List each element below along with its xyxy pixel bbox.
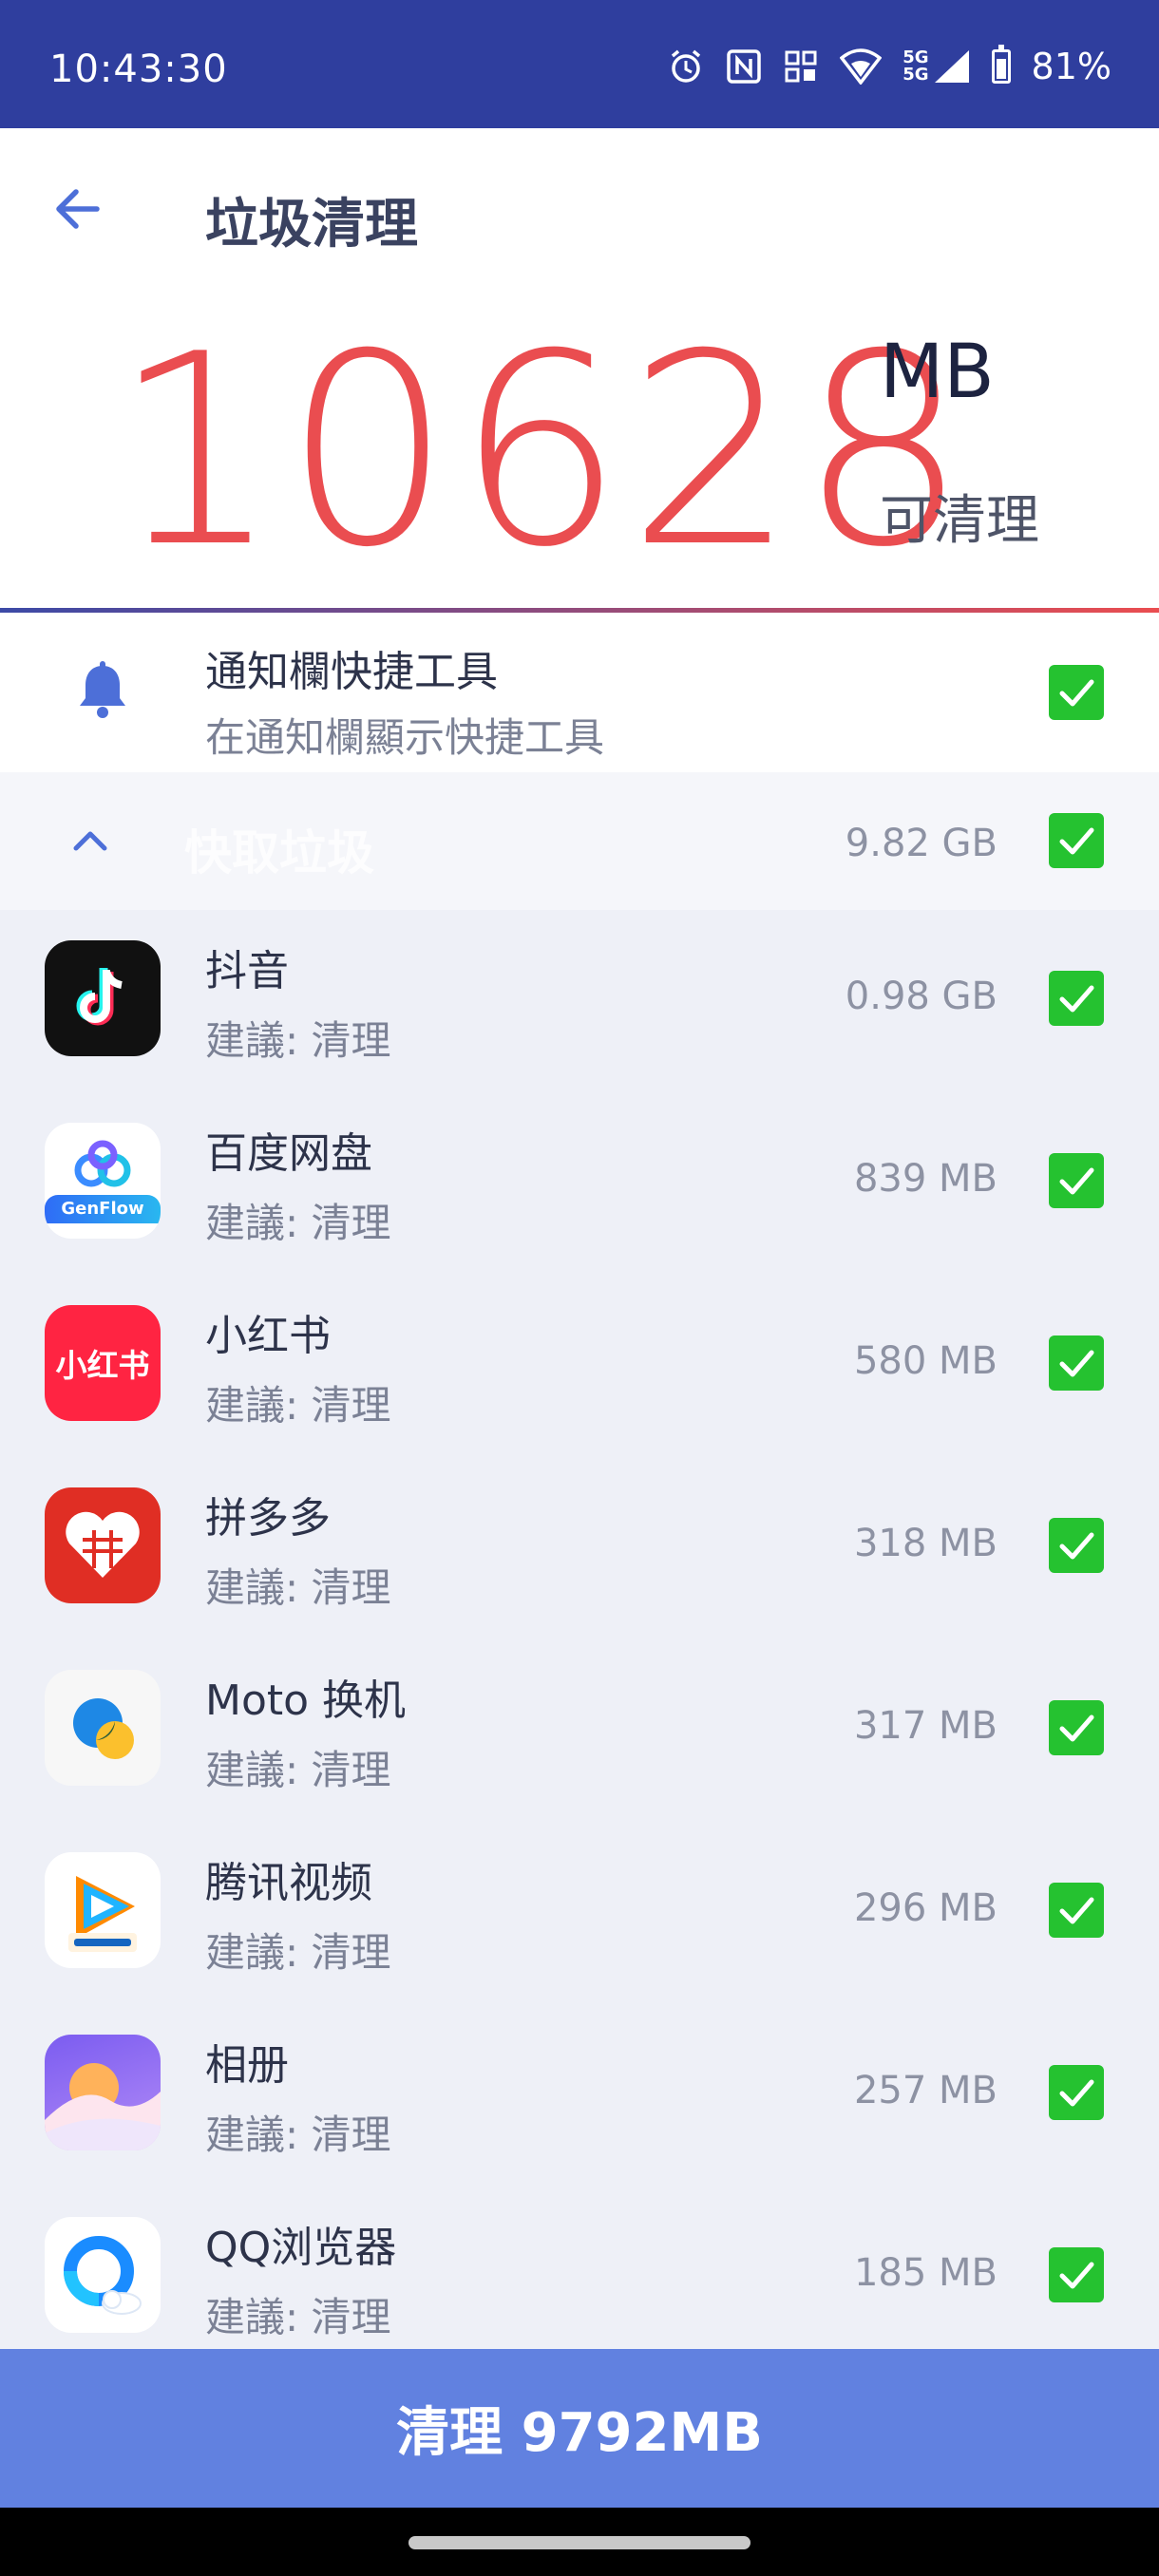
notification-shortcut-row[interactable]: 通知欄快捷工具 在通知欄顯示快捷工具	[0, 613, 1159, 772]
vibrate-icon	[783, 48, 819, 85]
app-advice: 建議: 清理	[205, 1564, 391, 1611]
alarm-icon	[667, 47, 705, 85]
list-item-baidu-netdisk[interactable]: GenFlow 百度网盘 建議: 清理 839 MB	[0, 1092, 1159, 1275]
list-item-pinduoduo[interactable]: 拼多多 建議: 清理 318 MB	[0, 1457, 1159, 1639]
battery-percent: 81%	[1031, 46, 1112, 87]
app-checkbox[interactable]	[1049, 1518, 1104, 1573]
section-checkbox[interactable]	[1049, 813, 1104, 868]
app-name: 腾讯视频	[205, 1859, 372, 1907]
navigation-bar	[0, 2508, 1159, 2576]
app-name: 百度网盘	[205, 1129, 372, 1178]
app-junk-list[interactable]: 抖音 建議: 清理 0.98 GB GenFlow 百度网盘 建議: 清理 83…	[0, 910, 1159, 2349]
app-name: 小红书	[205, 1312, 331, 1360]
app-advice: 建議: 清理	[205, 1017, 391, 1064]
list-item-qq-browser[interactable]: QQ浏览器 建議: 清理 185 MB	[0, 2187, 1159, 2349]
notification-shortcut-title: 通知欄快捷工具	[205, 648, 498, 696]
junk-summary: 10628 MB 可清理	[0, 290, 1159, 608]
app-size: 185 MB	[853, 2251, 998, 2295]
app-checkbox[interactable]	[1049, 1700, 1104, 1755]
app-bar: 垃圾清理	[0, 128, 1159, 290]
list-item-tencent-video[interactable]: 腾讯视频 建議: 清理 296 MB	[0, 1822, 1159, 2004]
cleanable-label: 可清理	[880, 490, 1039, 552]
app-size: 580 MB	[853, 1339, 998, 1383]
app-name: QQ浏览器	[205, 2224, 397, 2272]
cache-junk-section[interactable]: 快取垃圾 9.82 GB	[0, 772, 1159, 910]
app-checkbox[interactable]	[1049, 1335, 1104, 1391]
nfc-icon	[726, 48, 762, 85]
network-label-2: 5G	[902, 65, 929, 85]
battery-icon	[991, 45, 1011, 84]
section-size: 9.82 GB	[845, 822, 998, 865]
app-size: 318 MB	[853, 1522, 998, 1565]
app-checkbox[interactable]	[1049, 1153, 1104, 1208]
app-size: 296 MB	[853, 1886, 998, 1930]
cellular-5g-icon: 5G 5G	[902, 48, 970, 85]
notification-shortcut-subtitle: 在通知欄顯示快捷工具	[205, 714, 605, 761]
app-size: 257 MB	[853, 2069, 998, 2112]
junk-amount: 10628	[112, 297, 972, 605]
app-name: 抖音	[205, 947, 289, 995]
list-item-moto-migrate[interactable]: Moto 换机 建議: 清理 317 MB	[0, 1639, 1159, 1822]
app-advice: 建議: 清理	[205, 1929, 391, 1976]
clean-button[interactable]: 清理 9792MB	[0, 2349, 1159, 2508]
app-checkbox[interactable]	[1049, 1883, 1104, 1938]
app-advice: 建議: 清理	[205, 2294, 391, 2340]
app-name: 相册	[205, 2041, 289, 2090]
app-size: 839 MB	[853, 1157, 998, 1201]
bell-icon	[74, 660, 131, 721]
list-item-douyin[interactable]: 抖音 建議: 清理 0.98 GB	[0, 910, 1159, 1092]
xiaohongshu-icon-label: 小红书	[55, 1347, 150, 1384]
douyin-icon	[45, 940, 161, 1056]
status-icons: 5G 5G 81%	[667, 45, 1112, 87]
status-time: 10:43:30	[49, 47, 228, 91]
app-advice: 建議: 清理	[205, 1747, 391, 1793]
app-size: 317 MB	[853, 1704, 998, 1748]
app-advice: 建議: 清理	[205, 1382, 391, 1429]
app-checkbox[interactable]	[1049, 2065, 1104, 2120]
chevron-up-icon[interactable]	[66, 818, 114, 865]
list-item-xiaohongshu[interactable]: 小红书 小红书 建議: 清理 580 MB	[0, 1275, 1159, 1457]
junk-unit: MB	[880, 330, 995, 415]
baidu-netdisk-icon-label: GenFlow	[45, 1195, 161, 1223]
xiaohongshu-icon: 小红书	[45, 1305, 161, 1421]
gallery-icon	[45, 2035, 161, 2150]
app-advice: 建議: 清理	[205, 1200, 391, 1246]
app-name: 拼多多	[205, 1494, 331, 1543]
home-handle[interactable]	[408, 2536, 750, 2549]
page-title: 垃圾清理	[205, 194, 418, 256]
baidu-netdisk-icon: GenFlow	[45, 1123, 161, 1239]
section-label: 快取垃圾	[184, 825, 374, 881]
app-checkbox[interactable]	[1049, 2247, 1104, 2302]
qq-browser-icon	[45, 2217, 161, 2333]
app-name: Moto 换机	[205, 1676, 407, 1725]
arrow-left-icon[interactable]	[48, 178, 110, 240]
wifi-icon	[840, 48, 883, 85]
app-checkbox[interactable]	[1049, 971, 1104, 1026]
app-size: 0.98 GB	[845, 975, 998, 1018]
app-advice: 建議: 清理	[205, 2112, 391, 2158]
pinduoduo-icon	[45, 1487, 161, 1603]
tencent-video-icon	[45, 1852, 161, 1968]
notification-shortcut-checkbox[interactable]	[1049, 665, 1104, 720]
moto-migrate-icon	[45, 1670, 161, 1786]
list-item-gallery[interactable]: 相册 建議: 清理 257 MB	[0, 2004, 1159, 2187]
status-bar: 10:43:30 5G 5G 81%	[0, 0, 1159, 128]
